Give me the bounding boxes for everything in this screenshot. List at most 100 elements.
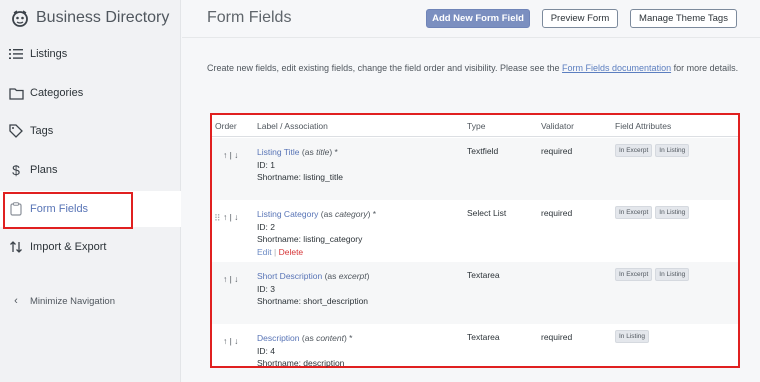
- column-header-order: Order: [215, 121, 237, 131]
- field-type: Textarea: [467, 270, 500, 280]
- page-title: Form Fields: [207, 9, 292, 26]
- action-separator: |: [271, 246, 279, 257]
- minimize-label: Minimize Navigation: [30, 295, 116, 307]
- field-name-link[interactable]: Short Description: [257, 271, 322, 281]
- form-fields-documentation-link[interactable]: Form Fields documentation: [562, 63, 671, 73]
- business-directory-logo-icon: [12, 10, 28, 27]
- field-validator: required: [541, 332, 573, 342]
- order-arrows[interactable]: ↑ | ↓: [223, 212, 238, 222]
- brand-title: Business Directory: [36, 9, 170, 26]
- import-export-icon: [8, 239, 24, 255]
- main-content: Form Fields Add New Form Field Preview F…: [182, 0, 760, 382]
- sidebar-item-tags[interactable]: Tags: [0, 113, 181, 149]
- sidebar-item-listings[interactable]: Listings: [0, 36, 181, 72]
- assoc-name: excerpt: [338, 271, 367, 281]
- field-id: ID: 1: [257, 159, 275, 170]
- edit-link[interactable]: Edit: [257, 247, 272, 257]
- required-marker: *: [370, 209, 377, 219]
- sidebar-item-label: Import & Export: [30, 241, 107, 253]
- sidebar-item-form-fields[interactable]: Form Fields: [0, 191, 181, 227]
- description-text: Create new fields, edit existing fields,…: [207, 63, 563, 73]
- page-description: Create new fields, edit existing fields,…: [207, 63, 738, 73]
- field-label-cell: Short Description (as excerpt) ID: 3 Sho…: [257, 270, 369, 308]
- assoc-name: category: [334, 209, 368, 219]
- assoc-prefix: (as: [301, 147, 317, 157]
- folder-icon: [8, 85, 24, 101]
- field-validator: required: [541, 208, 573, 218]
- sidebar-item-label: Categories: [30, 87, 84, 99]
- manage-theme-tags-button[interactable]: Manage Theme Tags: [630, 9, 737, 28]
- form-fields-table: Order Label / Association Type Validator…: [210, 113, 740, 368]
- assoc-prefix: (as: [301, 333, 317, 343]
- field-attributes: In Excerpt In Listing: [615, 206, 690, 219]
- header-divider: [182, 37, 760, 38]
- sidebar-item-label: Tags: [30, 125, 54, 137]
- field-label-cell: Listing Title (as title) * ID: 1 Shortna…: [257, 146, 343, 184]
- add-new-form-field-button[interactable]: Add New Form Field: [426, 9, 530, 28]
- sidebar-item-label: Form Fields: [30, 203, 89, 215]
- table-row: ↑ | ↓ Description (as content) * ID: 4 S…: [212, 324, 738, 368]
- table-header: Order Label / Association Type Validator…: [212, 115, 738, 137]
- sidebar-item-label: Listings: [30, 48, 68, 60]
- column-header-label: Label / Association: [257, 121, 328, 131]
- clipboard-icon: [8, 201, 24, 217]
- sidebar: Business Directory Listings Categories T…: [0, 0, 181, 382]
- field-attributes: In Excerpt In Listing: [615, 268, 690, 281]
- preview-form-button[interactable]: Preview Form: [542, 9, 618, 28]
- field-name-link[interactable]: Listing Title: [257, 147, 300, 157]
- attribute-badge: In Listing: [655, 144, 690, 157]
- field-attributes: In Listing: [615, 330, 650, 343]
- sidebar-item-plans[interactable]: $ Plans: [0, 152, 181, 188]
- assoc-name: content: [316, 333, 344, 343]
- tag-icon: [8, 123, 24, 139]
- order-arrows[interactable]: ↑ | ↓: [223, 274, 238, 284]
- field-label-cell: Listing Category (as category) * ID: 2 S…: [257, 208, 376, 258]
- column-header-validator: Validator: [541, 121, 574, 131]
- list-icon: [8, 46, 24, 62]
- drag-handle-icon[interactable]: ⠿: [214, 213, 221, 224]
- delete-link[interactable]: Delete: [279, 247, 304, 257]
- field-type: Textfield: [467, 146, 499, 156]
- order-arrows[interactable]: ↑ | ↓: [223, 336, 238, 346]
- field-id: ID: 4: [257, 345, 275, 356]
- attribute-badge: In Excerpt: [615, 144, 653, 157]
- field-label-cell: Description (as content) * ID: 4 Shortna…: [257, 332, 352, 370]
- chevron-left-icon: ‹: [14, 295, 18, 307]
- field-attributes: In Excerpt In Listing: [615, 144, 690, 157]
- column-header-field-attributes: Field Attributes: [615, 121, 672, 131]
- assoc-name: title: [316, 147, 330, 157]
- table-row: ⠿ ↑ | ↓ Listing Category (as category) *…: [212, 200, 738, 262]
- dollar-icon: $: [12, 162, 20, 178]
- description-text-end: for more details.: [671, 63, 739, 73]
- assoc-suffix: ): [366, 271, 370, 281]
- attribute-badge: In Listing: [615, 330, 650, 343]
- table-row: ↑ | ↓ Short Description (as excerpt) ID:…: [212, 262, 738, 324]
- field-shortname: Shortname: description: [257, 358, 345, 368]
- sidebar-item-label: Plans: [30, 164, 58, 176]
- attribute-badge: In Excerpt: [615, 268, 653, 281]
- required-marker: *: [346, 333, 353, 343]
- field-shortname: Shortname: short_description: [257, 296, 369, 306]
- field-name-link[interactable]: Listing Category: [257, 209, 318, 219]
- assoc-prefix: (as: [320, 209, 335, 219]
- minimize-navigation-button[interactable]: ‹ Minimize Navigation: [0, 283, 181, 319]
- field-validator: required: [541, 146, 573, 156]
- field-type: Textarea: [467, 332, 500, 342]
- table-row: ↑ | ↓ Listing Title (as title) * ID: 1 S…: [212, 138, 738, 200]
- attribute-badge: In Listing: [655, 206, 690, 219]
- field-type: Select List: [467, 208, 507, 218]
- attribute-badge: In Excerpt: [615, 206, 653, 219]
- field-name-link[interactable]: Description: [257, 333, 300, 343]
- field-shortname: Shortname: listing_title: [257, 172, 343, 182]
- column-header-type: Type: [467, 121, 486, 131]
- attribute-badge: In Listing: [655, 268, 690, 281]
- field-id: ID: 2: [257, 221, 275, 232]
- row-actions: Edit | Delete: [257, 246, 376, 259]
- field-id: ID: 3: [257, 283, 275, 294]
- field-shortname: Shortname: listing_category: [257, 234, 363, 244]
- sidebar-item-import-export[interactable]: Import & Export: [0, 229, 181, 265]
- sidebar-item-categories[interactable]: Categories: [0, 75, 181, 111]
- brand[interactable]: Business Directory: [10, 8, 169, 28]
- order-arrows[interactable]: ↑ | ↓: [223, 150, 238, 160]
- assoc-prefix: (as: [324, 271, 339, 281]
